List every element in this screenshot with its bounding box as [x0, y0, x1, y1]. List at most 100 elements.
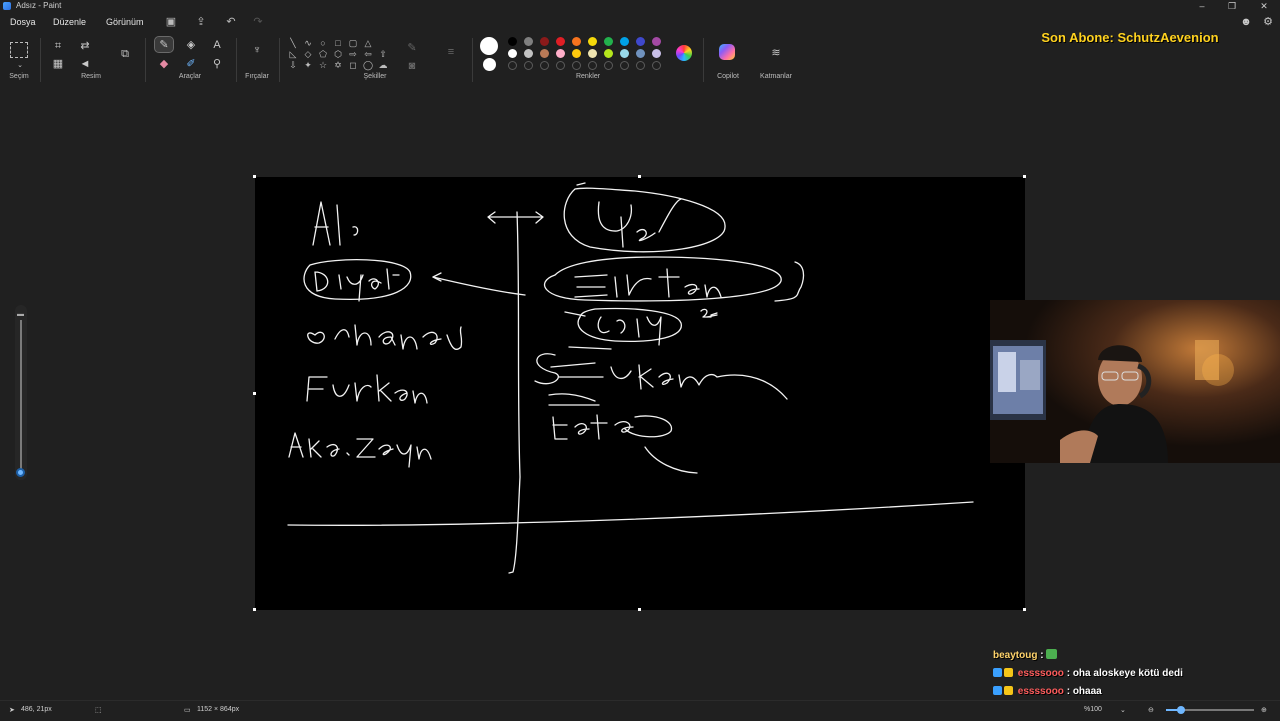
- primary-color-swatch[interactable]: [480, 37, 498, 55]
- resize-handle[interactable]: [638, 608, 641, 611]
- menu-file[interactable]: Dosya: [10, 17, 36, 27]
- arrow-left-shape-icon[interactable]: ⇦: [363, 49, 373, 59]
- zoom-slider-track[interactable]: [20, 320, 22, 470]
- layers-icon[interactable]: ≋: [768, 45, 784, 61]
- undo-icon[interactable]: ↶: [224, 15, 238, 29]
- color-swatch[interactable]: [604, 37, 613, 46]
- color-swatch[interactable]: [652, 49, 661, 58]
- color-swatch[interactable]: [556, 37, 565, 46]
- resize-handle[interactable]: [1023, 608, 1026, 611]
- resize-handle[interactable]: [638, 175, 641, 178]
- color-swatch[interactable]: [620, 37, 629, 46]
- color-swatch[interactable]: [636, 37, 645, 46]
- color-swatch[interactable]: [572, 37, 581, 46]
- image-icon[interactable]: ▦: [50, 56, 66, 72]
- maximize-button[interactable]: ❐: [1222, 0, 1242, 12]
- drawing-canvas[interactable]: [255, 177, 1025, 610]
- rounded-rectangle-shape-icon[interactable]: ▢: [348, 38, 358, 48]
- resize-handle[interactable]: [253, 392, 256, 395]
- custom-color-slot[interactable]: [508, 61, 517, 70]
- redo-icon[interactable]: ↷: [251, 15, 265, 29]
- close-button[interactable]: ✕: [1254, 0, 1274, 12]
- color-swatch[interactable]: [508, 37, 517, 46]
- brush-icon[interactable]: ♆: [249, 42, 265, 58]
- resize-handle[interactable]: [253, 608, 256, 611]
- color-swatch[interactable]: [540, 37, 549, 46]
- custom-color-slot[interactable]: [652, 61, 661, 70]
- chevron-down-icon[interactable]: ⌄: [12, 58, 28, 74]
- line-shape-icon[interactable]: ╲: [288, 38, 298, 48]
- six-point-star-shape-icon[interactable]: ✡: [333, 60, 343, 70]
- secondary-color-swatch[interactable]: [483, 58, 496, 71]
- four-point-star-shape-icon[interactable]: ✦: [303, 60, 313, 70]
- zoom-in-icon[interactable]: ⊕: [1261, 706, 1267, 714]
- share-icon[interactable]: ⇪: [194, 15, 208, 29]
- curve-shape-icon[interactable]: ∿: [303, 38, 313, 48]
- color-swatch[interactable]: [588, 37, 597, 46]
- right-triangle-shape-icon[interactable]: ◺: [288, 49, 298, 59]
- five-point-star-shape-icon[interactable]: ☆: [318, 60, 328, 70]
- fill-icon[interactable]: ◈: [183, 37, 199, 53]
- magnifier-icon[interactable]: ⚲: [209, 56, 225, 72]
- custom-color-slot[interactable]: [588, 61, 597, 70]
- color-swatch[interactable]: [572, 49, 581, 58]
- eraser-icon[interactable]: ◆: [156, 56, 172, 72]
- color-swatch[interactable]: [524, 49, 533, 58]
- diamond-shape-icon[interactable]: ◇: [303, 49, 313, 59]
- outline-icon[interactable]: ✎: [404, 40, 420, 56]
- oval-shape-icon[interactable]: ○: [318, 38, 328, 48]
- zoom-slider-thumb[interactable]: [16, 468, 25, 477]
- zoom-out-icon[interactable]: ⊖: [1148, 706, 1154, 714]
- cloud-callout-shape-icon[interactable]: ☁: [378, 60, 388, 70]
- oval-callout-shape-icon[interactable]: ◯: [363, 60, 373, 70]
- minimize-button[interactable]: –: [1192, 0, 1212, 12]
- custom-color-slot[interactable]: [556, 61, 565, 70]
- save-icon[interactable]: ▣: [164, 15, 178, 29]
- resize-handle[interactable]: [1023, 175, 1026, 178]
- rectangle-shape-icon[interactable]: □: [333, 38, 343, 48]
- chevron-down-icon[interactable]: ⌄: [1120, 706, 1126, 714]
- edit-colors-icon[interactable]: [676, 45, 692, 61]
- triangle-shape-icon[interactable]: △: [363, 38, 373, 48]
- resize-handle[interactable]: [253, 175, 256, 178]
- custom-color-slot[interactable]: [572, 61, 581, 70]
- color-swatch[interactable]: [636, 49, 645, 58]
- callout-shape-icon[interactable]: ◻: [348, 60, 358, 70]
- zoom-level-select[interactable]: %100: [1084, 706, 1102, 713]
- color-swatch[interactable]: [556, 49, 565, 58]
- color-swatch[interactable]: [524, 37, 533, 46]
- menu-view[interactable]: Görünüm: [106, 17, 144, 27]
- custom-color-slot[interactable]: [604, 61, 613, 70]
- color-swatch[interactable]: [508, 49, 517, 58]
- size-icon[interactable]: ≡: [443, 44, 459, 60]
- color-swatch[interactable]: [540, 49, 549, 58]
- settings-gear-icon[interactable]: ⚙: [1260, 14, 1276, 30]
- custom-color-slot[interactable]: [620, 61, 629, 70]
- custom-color-slot[interactable]: [540, 61, 549, 70]
- fill-style-icon[interactable]: ◙: [404, 58, 420, 74]
- color-swatch[interactable]: [604, 49, 613, 58]
- menu-edit[interactable]: Düzenle: [53, 17, 86, 27]
- title-bar: Adsız - Paint – ❐ ✕: [0, 0, 1280, 12]
- pencil-icon[interactable]: ✎: [154, 36, 174, 53]
- zoom-slider-thumb[interactable]: [1177, 706, 1185, 714]
- color-picker-icon[interactable]: ✐: [183, 56, 199, 72]
- color-swatch[interactable]: [588, 49, 597, 58]
- custom-color-slot[interactable]: [636, 61, 645, 70]
- selection-icon[interactable]: [10, 42, 28, 58]
- arrow-up-shape-icon[interactable]: ⇧: [378, 49, 388, 59]
- pentagon-shape-icon[interactable]: ⬠: [318, 49, 328, 59]
- crop-icon[interactable]: ⌗: [50, 38, 66, 54]
- copilot-icon[interactable]: [719, 44, 735, 60]
- color-swatch[interactable]: [620, 49, 629, 58]
- text-icon[interactable]: A: [209, 37, 225, 53]
- custom-color-slot[interactable]: [524, 61, 533, 70]
- account-icon[interactable]: ☻: [1238, 14, 1254, 30]
- rotate-icon[interactable]: ◄: [77, 56, 93, 72]
- resize-icon[interactable]: ⇄: [77, 38, 93, 54]
- hexagon-shape-icon[interactable]: ⬡: [333, 49, 343, 59]
- arrow-down-shape-icon[interactable]: ⇩: [288, 60, 298, 70]
- background-remove-icon[interactable]: ⧉: [117, 46, 133, 62]
- arrow-right-shape-icon[interactable]: ⇨: [348, 49, 358, 59]
- color-swatch[interactable]: [652, 37, 661, 46]
